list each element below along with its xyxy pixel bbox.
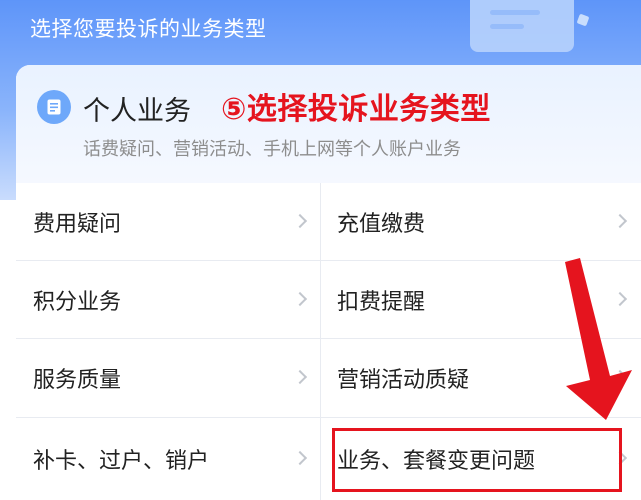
option-label: 积分业务 xyxy=(33,289,122,315)
chevron-right-icon xyxy=(612,369,628,385)
option-card-transfer-cancel[interactable]: 补卡、过户、销户 xyxy=(16,418,320,500)
category-title: 个人业务 xyxy=(83,96,191,127)
chevron-right-icon xyxy=(612,213,628,228)
option-label: 扣费提醒 xyxy=(337,289,426,315)
option-label: 充值缴费 xyxy=(337,211,426,237)
chevron-right-icon xyxy=(292,213,308,228)
option-deduction-reminder[interactable]: 扣费提醒 xyxy=(321,261,641,338)
option-label: 营销活动质疑 xyxy=(337,368,470,393)
chevron-right-icon xyxy=(292,291,308,306)
chevron-right-icon xyxy=(292,450,308,466)
step-annotation: ⑤选择投诉业务类型 xyxy=(221,92,491,127)
option-service-quality[interactable]: 服务质量 xyxy=(16,339,320,417)
chevron-right-icon xyxy=(612,450,628,466)
document-icon xyxy=(37,90,71,124)
option-recharge-payment[interactable]: 充值缴费 xyxy=(321,183,641,260)
option-fee-question[interactable]: 费用疑问 xyxy=(16,183,320,260)
option-label: 业务、套餐变更问题 xyxy=(337,449,536,474)
option-label: 服务质量 xyxy=(33,368,122,393)
category-subtitle: 话费疑问、营销活动、手机上网等个人账户业务 xyxy=(83,139,461,160)
category-header: 个人业务 ⑤选择投诉业务类型 话费疑问、营销活动、手机上网等个人账户业务 xyxy=(16,65,641,191)
option-label: 补卡、过户、销户 xyxy=(33,449,210,474)
chevron-right-icon xyxy=(612,291,628,306)
option-marketing-dispute[interactable]: 营销活动质疑 xyxy=(321,339,641,417)
header-illustration xyxy=(470,0,574,52)
option-label: 费用疑问 xyxy=(33,211,122,237)
header-decoration xyxy=(576,13,590,27)
business-type-grid: 费用疑问 充值缴费 积分业务 扣费提醒 服务质量 营销活动质疑 补卡、过户、销户… xyxy=(16,183,641,500)
option-points-business[interactable]: 积分业务 xyxy=(16,261,320,338)
option-plan-change[interactable]: 业务、套餐变更问题 xyxy=(321,418,641,500)
page-title: 选择您要投诉的业务类型 xyxy=(30,17,267,41)
chevron-right-icon xyxy=(292,369,308,385)
